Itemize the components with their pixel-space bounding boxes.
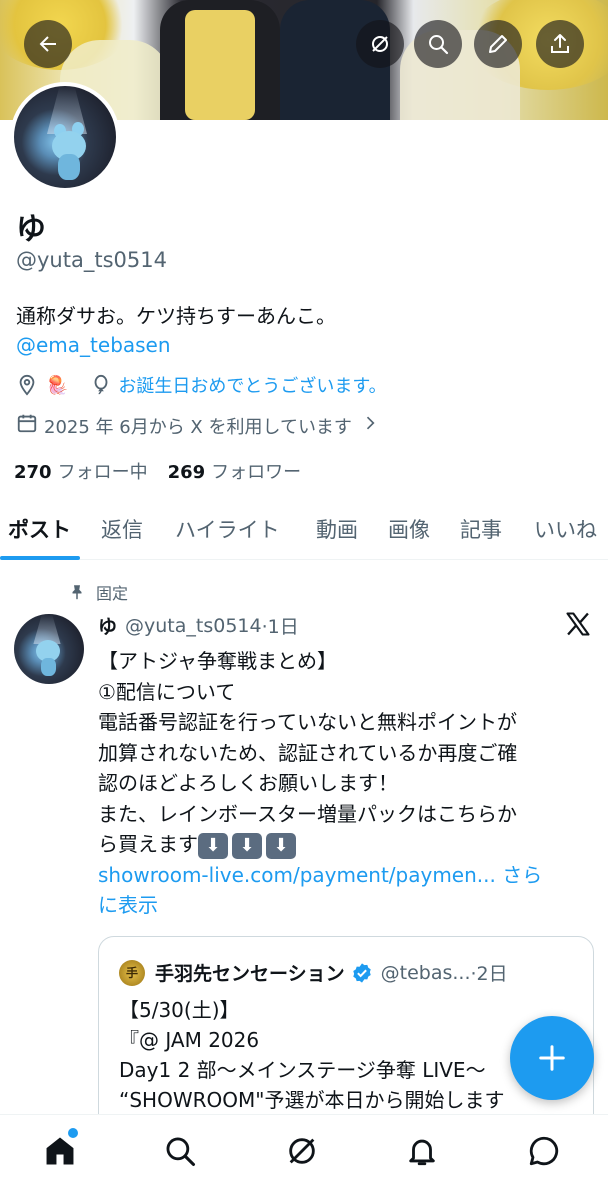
edit-pencil-icon — [489, 35, 507, 53]
active-tab-indicator — [0, 556, 80, 560]
profile-meta-row: 🪼 お誕生日おめでとうございます。 — [16, 372, 387, 398]
birthday-text[interactable]: お誕生日おめでとうございます。 — [118, 372, 386, 398]
back-button[interactable] — [24, 20, 72, 68]
pinned-indicator: 固定 — [68, 580, 128, 604]
profile-name: ゆ — [16, 212, 46, 247]
quoted-author-handle: @tebas... — [380, 961, 471, 984]
post-text[interactable]: 【アトジャ争奪戦まとめ】 ①配信について 電話番号認証を行っていないと無料ポイン… — [98, 646, 588, 921]
nav-messages[interactable] — [526, 1133, 562, 1169]
grok-icon — [289, 1138, 315, 1164]
grok-button[interactable] — [356, 20, 404, 68]
show-more-link[interactable]: さら — [502, 863, 542, 887]
profile-avatar[interactable] — [10, 82, 120, 192]
search-icon — [166, 1137, 196, 1167]
search-button[interactable] — [414, 20, 462, 68]
profile-handle: @yuta_ts0514 — [16, 248, 167, 272]
calendar-icon — [16, 412, 38, 439]
post-url-link[interactable]: showroom-live.com/payment/paymen... — [98, 863, 496, 887]
tab-highlights[interactable]: ハイライト — [175, 514, 280, 544]
bottom-navigation — [0, 1114, 608, 1200]
plus-icon — [539, 1045, 565, 1071]
tab-articles[interactable]: 記事 — [460, 514, 502, 544]
chevron-right-icon — [360, 413, 380, 438]
profile-tabs: ポスト 返信 ハイライト 動画 画像 記事 いいね — [0, 500, 608, 560]
bio-mention-link[interactable]: @ema_tebasen — [16, 333, 171, 357]
verified-badge-icon — [352, 962, 371, 983]
search-icon — [429, 35, 449, 55]
quoted-author-avatar: 手 — [119, 959, 145, 986]
post-time[interactable]: ·1日 — [262, 612, 299, 639]
notifications-bell-icon — [409, 1139, 435, 1166]
joined-text: 2025 年 6月から X を利用しています — [44, 416, 352, 438]
messages-icon — [529, 1136, 559, 1166]
x-logo-icon — [566, 612, 590, 636]
joined-row[interactable]: 2025 年 6月から X を利用しています — [16, 412, 380, 439]
quoted-post-text: 【5/30(土)】 『@ JAM 2026 Day1 2 部〜メインステージ争奪… — [119, 998, 505, 1112]
nav-home[interactable] — [42, 1133, 78, 1169]
followers-link[interactable]: 269 フォロワー — [168, 458, 302, 484]
down-arrow-icon: ⬇ — [232, 833, 262, 860]
location-pin-icon — [16, 374, 38, 396]
nav-search[interactable] — [162, 1133, 198, 1169]
tab-posts[interactable]: ポスト — [8, 514, 71, 544]
nav-notifications[interactable] — [404, 1133, 440, 1169]
down-arrow-icon: ⬇ — [266, 833, 296, 860]
home-unread-dot — [68, 1128, 78, 1138]
post-author-name[interactable]: ゆ — [98, 612, 117, 639]
quoted-author-name: 手羽先センセーション — [155, 963, 345, 985]
post-header: ゆ @yuta_ts0514 ·1日 — [98, 612, 299, 639]
location-text: 🪼 — [46, 374, 69, 396]
profile-bio: 通称ダサお。ケツ持ちすーあんこ。 — [16, 304, 336, 328]
quoted-post-time: ·2日 — [470, 963, 508, 985]
down-arrow-emojis: ⬇ ⬇ ⬇ — [198, 833, 300, 860]
show-more-link-cont[interactable]: に表示 — [98, 893, 158, 917]
compose-post-button[interactable] — [510, 1016, 594, 1100]
back-arrow-icon — [39, 36, 56, 52]
post-author-handle[interactable]: @yuta_ts0514 — [125, 615, 262, 637]
follow-stats: 270 フォロー中 269 フォロワー — [14, 458, 321, 484]
down-arrow-icon: ⬇ — [198, 833, 228, 860]
edit-button[interactable] — [474, 20, 522, 68]
tab-images[interactable]: 画像 — [388, 514, 430, 544]
post-author-avatar[interactable] — [14, 614, 84, 684]
quoted-post-header: 手 手羽先センセーション @tebas... ·2日 — [119, 959, 508, 986]
grok-icon — [372, 36, 388, 52]
tab-replies[interactable]: 返信 — [101, 514, 143, 544]
share-icon — [551, 34, 569, 53]
balloon-icon — [90, 374, 112, 396]
home-icon — [46, 1137, 74, 1165]
pin-icon — [72, 585, 82, 600]
nav-grok[interactable] — [284, 1133, 320, 1169]
following-link[interactable]: 270 フォロー中 — [14, 458, 148, 484]
share-button[interactable] — [536, 20, 584, 68]
tab-videos[interactable]: 動画 — [316, 514, 358, 544]
tab-likes[interactable]: いいね — [534, 514, 597, 544]
